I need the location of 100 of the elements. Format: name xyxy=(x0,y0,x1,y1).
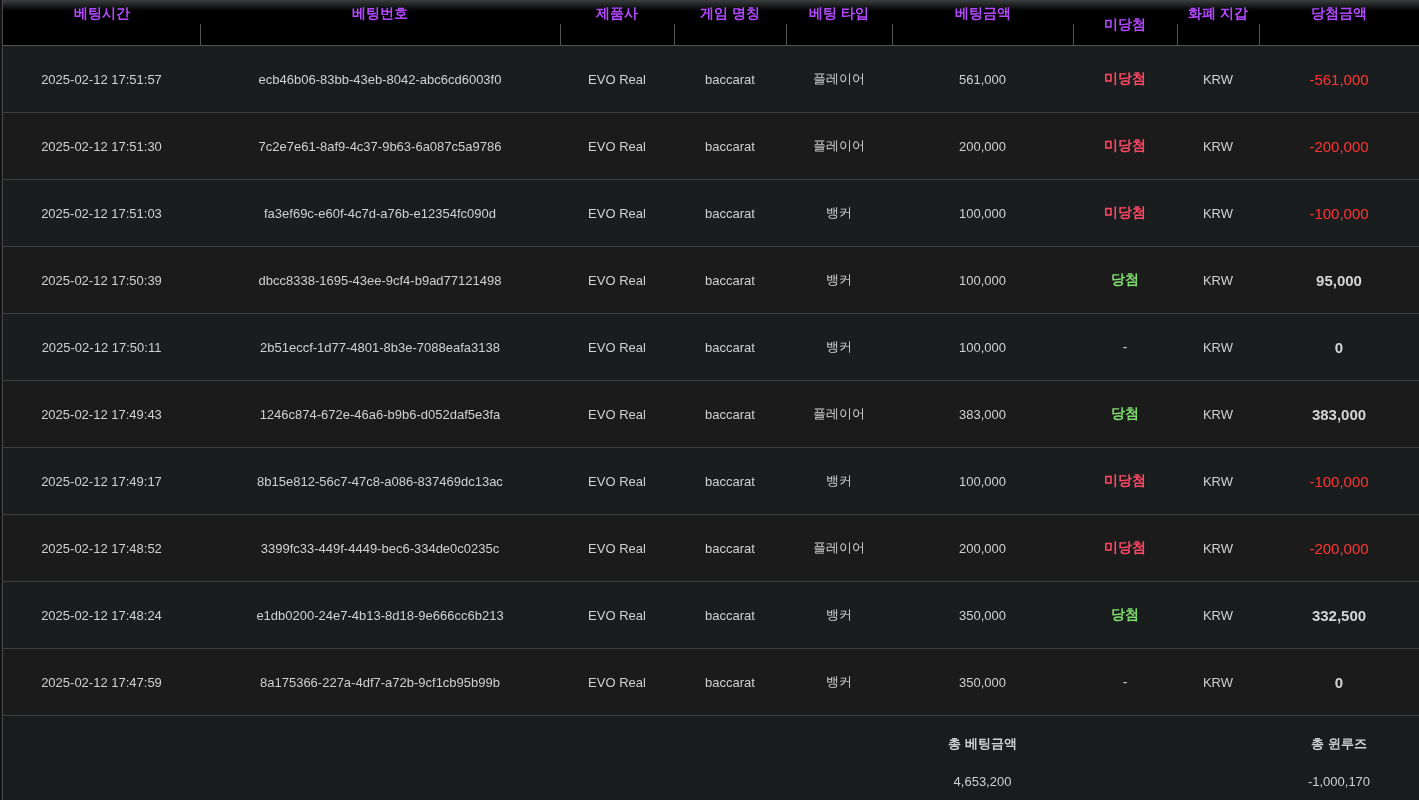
bet-time: 2025-02-12 17:48:52 xyxy=(41,540,162,556)
bet-amount: 200,000 xyxy=(959,540,1006,556)
currency-code: KRW xyxy=(1202,272,1234,288)
provider-name: EVO Real xyxy=(588,473,646,489)
result-label: 당첨 xyxy=(1111,405,1139,423)
summary-value: -1,000,170 xyxy=(1307,773,1371,791)
result-label: 미당첨 xyxy=(1104,137,1146,155)
bet-id: 8b15e812-56c7-47c8-a086-837469dc13ac xyxy=(257,473,503,489)
payout-amount: 383,000 xyxy=(1311,405,1367,423)
payout-amount: -200,000 xyxy=(1309,137,1369,155)
bet-amount: 100,000 xyxy=(959,272,1006,288)
column-header: 베팅번호 xyxy=(352,4,408,22)
bet-type: 뱅커 xyxy=(826,673,852,691)
bet-time: 2025-02-12 17:51:57 xyxy=(41,71,162,87)
game-name: baccarat xyxy=(705,138,755,154)
bet-amount: 561,000 xyxy=(959,71,1006,87)
column-header: 제품사 xyxy=(596,4,638,22)
bet-id: 1246c874-672e-46a6-b9b6-d052daf5e3fa xyxy=(259,406,501,422)
bet-time: 2025-02-12 17:49:17 xyxy=(41,473,162,489)
bet-type: 뱅커 xyxy=(826,204,852,222)
game-name: baccarat xyxy=(705,540,755,556)
bet-id: e1db0200-24e7-4b13-8d18-9e666cc6b213 xyxy=(256,607,504,623)
provider-name: EVO Real xyxy=(588,272,646,288)
bet-time: 2025-02-12 17:50:39 xyxy=(41,272,162,288)
currency-code: KRW xyxy=(1202,71,1234,87)
currency-code: KRW xyxy=(1202,138,1234,154)
bet-amount: 100,000 xyxy=(959,205,1006,221)
bet-time: 2025-02-12 17:50:11 xyxy=(41,339,162,355)
summary-value: 4,653,200 xyxy=(953,773,1012,791)
summary-label: 총 윈루즈 xyxy=(1311,735,1367,753)
bet-type: 플레이어 xyxy=(813,405,865,423)
bet-id: 7c2e7e61-8af9-4c37-9b63-6a087c5a9786 xyxy=(258,138,502,154)
game-name: baccarat xyxy=(705,71,755,87)
bet-time: 2025-02-12 17:47:59 xyxy=(41,674,162,690)
bet-time: 2025-02-12 17:51:30 xyxy=(41,138,162,154)
summary-label: 총 베팅금액 xyxy=(948,735,1017,753)
provider-name: EVO Real xyxy=(588,406,646,422)
bet-amount: 383,000 xyxy=(959,406,1006,422)
bet-amount: 200,000 xyxy=(959,138,1006,154)
game-name: baccarat xyxy=(705,406,755,422)
bet-type: 플레이어 xyxy=(813,137,865,155)
result-label: 당첨 xyxy=(1111,606,1139,624)
result-label: 당첨 xyxy=(1111,271,1139,289)
game-name: baccarat xyxy=(705,205,755,221)
bet-type: 뱅커 xyxy=(826,606,852,624)
payout-amount: 0 xyxy=(1334,338,1344,356)
bet-type: 뱅커 xyxy=(826,338,852,356)
column-header: 베팅시간 xyxy=(73,4,130,22)
result-label: - xyxy=(1122,674,1128,690)
provider-name: EVO Real xyxy=(588,540,646,556)
bet-time: 2025-02-12 17:49:43 xyxy=(41,406,162,422)
game-name: baccarat xyxy=(705,674,755,690)
provider-name: EVO Real xyxy=(588,205,646,221)
currency-code: KRW xyxy=(1202,674,1234,690)
provider-name: EVO Real xyxy=(588,138,646,154)
currency-code: KRW xyxy=(1202,607,1234,623)
provider-name: EVO Real xyxy=(588,674,646,690)
payout-amount: -561,000 xyxy=(1309,70,1369,88)
bet-id: dbcc8338-1695-43ee-9cf4-b9ad77121498 xyxy=(258,272,502,288)
result-label: 미당첨 xyxy=(1104,472,1146,490)
game-name: baccarat xyxy=(705,607,755,623)
bet-amount: 100,000 xyxy=(959,339,1006,355)
game-name: baccarat xyxy=(705,339,755,355)
column-header: 당첨금액 xyxy=(1311,4,1367,22)
provider-name: EVO Real xyxy=(588,71,646,87)
provider-name: EVO Real xyxy=(588,607,646,623)
bet-amount: 350,000 xyxy=(959,607,1006,623)
payout-amount: 332,500 xyxy=(1311,606,1367,624)
bet-id: 2b51eccf-1d77-4801-8b3e-7088eafa3138 xyxy=(260,339,500,355)
bet-time: 2025-02-12 17:51:03 xyxy=(41,205,162,221)
payout-amount: -200,000 xyxy=(1309,539,1369,557)
payout-amount: -100,000 xyxy=(1309,472,1369,490)
game-name: baccarat xyxy=(705,473,755,489)
bet-time: 2025-02-12 17:48:24 xyxy=(41,607,162,623)
column-header: 미당첨 xyxy=(1104,15,1146,33)
bet-id: ecb46b06-83bb-43eb-8042-abc6cd6003f0 xyxy=(258,71,502,87)
column-header: 화폐 지갑 xyxy=(1188,4,1248,22)
bet-type: 플레이어 xyxy=(813,70,865,88)
column-header: 베팅금액 xyxy=(954,4,1011,22)
column-header: 베팅 타입 xyxy=(809,4,869,22)
currency-code: KRW xyxy=(1202,406,1234,422)
currency-code: KRW xyxy=(1202,473,1234,489)
result-label: - xyxy=(1122,339,1128,355)
currency-code: KRW xyxy=(1202,339,1234,355)
payout-amount: 0 xyxy=(1334,673,1344,691)
result-label: 미당첨 xyxy=(1104,70,1146,88)
bet-type: 뱅커 xyxy=(826,271,852,289)
bet-type: 플레이어 xyxy=(813,539,865,557)
bet-amount: 100,000 xyxy=(959,473,1006,489)
bet-id: fa3ef69c-e60f-4c7d-a76b-e12354fc090d xyxy=(264,205,496,221)
bet-id: 3399fc33-449f-4449-bec6-334de0c0235c xyxy=(260,540,500,556)
currency-code: KRW xyxy=(1202,540,1234,556)
bet-id: 8a175366-227a-4df7-a72b-9cf1cb95b99b xyxy=(260,674,500,690)
result-label: 미당첨 xyxy=(1104,539,1146,557)
currency-code: KRW xyxy=(1202,205,1234,221)
provider-name: EVO Real xyxy=(588,339,646,355)
column-header: 게임 명칭 xyxy=(700,4,760,22)
payout-amount: -100,000 xyxy=(1309,204,1369,222)
bet-type: 뱅커 xyxy=(826,472,852,490)
result-label: 미당첨 xyxy=(1104,204,1146,222)
